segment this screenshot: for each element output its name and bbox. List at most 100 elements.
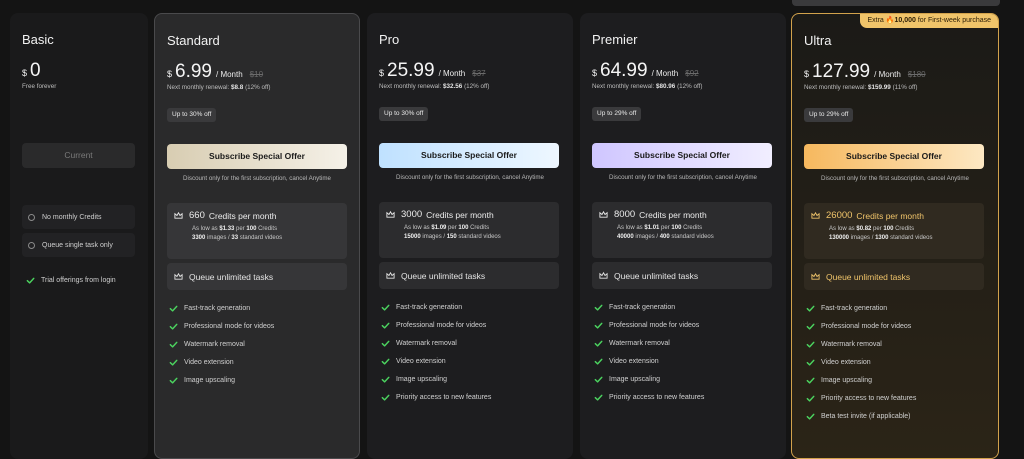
discount-note: Discount only for the first subscription… [821,175,969,182]
queue-label: Queue unlimited tasks [401,270,486,281]
plan-name: Standard [167,33,220,48]
text: images / [635,234,659,240]
feature-label: Professional mode for videos [609,321,700,329]
feature-item: Video extension [381,352,491,370]
queue-box: Queue unlimited tasks [167,263,347,290]
price-period: / Month [874,70,901,79]
renewal-prefix: Next monthly renewal: [592,83,655,90]
per-credit-price: $1.09 [431,225,447,231]
credits-box: 8000 Credits per month As low as $1.01 p… [592,202,772,258]
check-icon [806,323,815,330]
feature-item: Watermark removal [381,334,491,352]
check-icon [381,358,390,365]
text: images / [422,234,446,240]
text: Credits [470,225,490,231]
plan-card-ultra: Ultra $ 127.99 / Month $180 Next monthly… [791,13,999,459]
discount-badge: Up to 29% off [804,108,854,122]
currency-symbol: $ [379,68,385,78]
feature-item: Professional mode for videos [381,316,491,334]
feature-label: Video extension [396,357,446,365]
feature-label: Image upscaling [609,375,660,383]
renewal-discount: (12% off) [245,84,271,91]
queue-box: Queue unlimited tasks [379,262,559,289]
feature-item: Fast-track generation [806,299,916,317]
check-icon [169,341,178,348]
crown-icon [386,210,395,218]
text: As low as [617,225,643,231]
feature-item: Watermark removal [169,335,274,353]
currency-symbol: $ [592,68,598,78]
check-icon [381,304,390,311]
crown-icon [599,271,608,279]
renewal-prefix: Next monthly renewal: [167,84,230,91]
feature-label: Fast-track generation [396,303,463,311]
check-icon [169,323,178,330]
plan-card-basic: Basic $ 0 Free forever Current No monthl… [10,13,148,459]
current-plan-button[interactable]: Current [22,143,135,168]
text: As low as [404,225,430,231]
feature-item: Professional mode for videos [169,317,274,335]
subscribe-button[interactable]: Subscribe Special Offer [804,144,984,169]
credits-label: Credits per month [856,210,924,221]
feature-label: Beta test invite (if applicable) [821,412,911,420]
feature-item: Video extension [169,353,274,371]
check-icon [594,376,603,383]
check-icon [594,358,603,365]
feature-item: Fast-track generation [381,298,491,316]
plan-card-pro: Pro $ 25.99 / Month $37 Next monthly ren… [367,13,573,459]
video-count: 400 [659,234,670,240]
renewal-price: $80.96 [656,83,676,90]
video-count: 33 [231,235,239,241]
credits-box: 3000 Credits per month As low as $1.09 p… [379,202,559,258]
renewal-price: $159.99 [868,84,891,91]
text: Credits [258,226,278,232]
price-period: / Month [216,70,243,79]
credit-unit: 100 [671,225,682,231]
radio-icon [28,241,35,249]
check-icon [169,377,178,384]
check-icon [169,359,178,366]
check-icon [594,340,603,347]
subscribe-button[interactable]: Subscribe Special Offer [167,144,347,169]
price-amount: 64.99 [600,60,648,81]
renewal-discount: (12% off) [677,83,703,90]
check-icon [594,322,603,329]
price: $ 64.99 / Month $92 [592,60,699,82]
ribbon-text: Extra [867,17,884,24]
feature-label: Professional mode for videos [184,322,275,330]
check-icon [806,395,815,402]
feature-item: Professional mode for videos [594,316,704,334]
feature-item: Image upscaling [806,371,916,389]
subscribe-button[interactable]: Subscribe Special Offer [592,143,772,168]
feature-label: Trial offerings from login [41,277,116,284]
currency-symbol: $ [167,69,173,79]
subscribe-button[interactable]: Subscribe Special Offer [379,143,559,168]
feature-label: Priority access to new features [609,393,705,401]
credit-unit: 100 [883,226,894,232]
original-price: $10 [249,70,264,79]
plan-name: Pro [379,32,400,47]
credits-amount: 660 [189,210,205,221]
image-count: 40000 [617,234,634,240]
price: $ 127.99 / Month $180 [804,61,926,83]
price: $ 6.99 / Month $10 [167,61,263,83]
check-icon [806,413,815,420]
crown-icon [599,210,608,218]
feature-list: Fast-track generation Professional mode f… [381,298,491,406]
discount-badge: Up to 30% off [379,107,429,121]
renewal-info: Next monthly renewal: $159.99 (11% off) [804,84,918,91]
credits-label: Credits per month [426,209,494,220]
feature-label: Image upscaling [396,375,447,383]
original-price: $180 [907,70,926,79]
price-amount: 127.99 [812,61,871,82]
credits-label: Credits per month [208,210,277,221]
queue-label: Queue unlimited tasks [189,271,274,282]
feature-item: Image upscaling [594,370,704,388]
crown-icon [386,271,395,279]
check-icon [381,340,390,347]
queue-box: Queue unlimited tasks [592,262,772,289]
feature-label: Watermark removal [184,340,245,348]
text: Credits [683,225,703,231]
discount-note: Discount only for the first subscription… [183,175,331,182]
check-icon [594,304,603,311]
